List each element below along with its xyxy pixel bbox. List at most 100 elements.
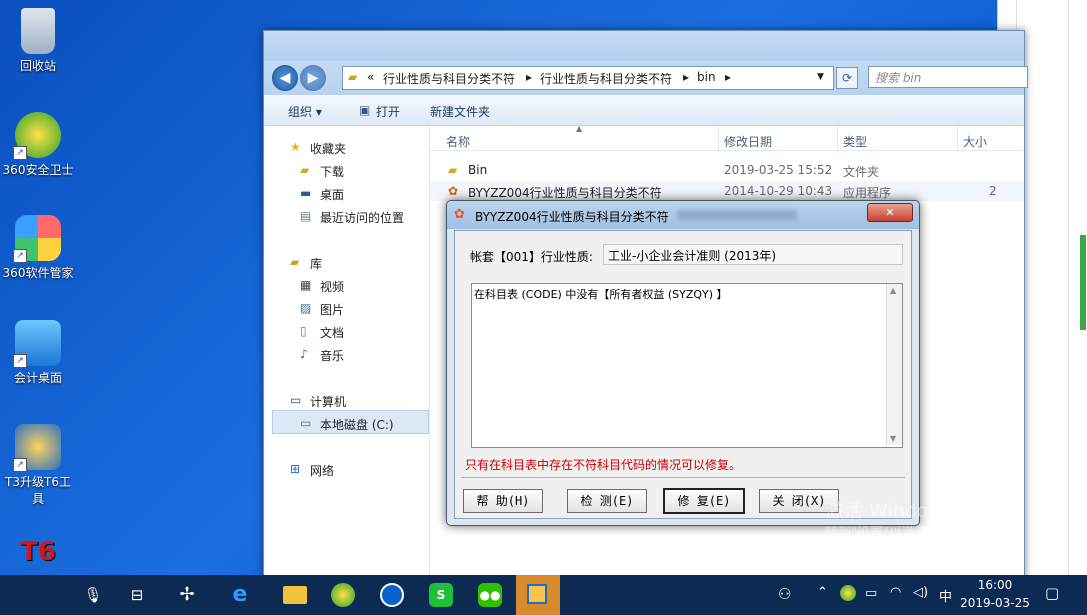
file-name: Bin <box>468 163 488 177</box>
breadcrumb-item[interactable]: 行业性质与科目分类不符 <box>383 70 515 87</box>
ime-indicator[interactable]: 中 <box>939 586 952 605</box>
active-app-icon <box>527 584 547 604</box>
desktop-icon-label: 360软件管家 <box>2 266 74 280</box>
desktop-icon-recycle-bin[interactable]: 回收站 <box>2 8 74 74</box>
search-input[interactable]: 搜索 bin <box>868 66 1028 88</box>
scroll-down-icon[interactable]: ▼ <box>890 434 896 443</box>
help-button[interactable]: 帮 助(H) <box>463 489 543 513</box>
nav-downloads[interactable]: ▰ 下载 <box>300 163 344 180</box>
column-divider[interactable] <box>718 126 719 150</box>
new-folder-button[interactable]: 新建文件夹 <box>430 103 490 120</box>
open-button[interactable]: 打开 <box>376 103 400 120</box>
nav-pictures[interactable]: ▨ 图片 <box>300 301 344 318</box>
drive-icon: ▭ <box>300 416 312 430</box>
refresh-button[interactable]: ⟳ <box>836 67 858 89</box>
nav-recent[interactable]: ▤ 最近访问的位置 <box>300 209 404 226</box>
file-explorer-taskbar-icon[interactable] <box>280 580 310 610</box>
volume-icon[interactable]: ◁) <box>913 585 928 600</box>
desktop-icon-t3-upgrade[interactable]: ↗ T3升级T6工具 <box>2 424 74 507</box>
nav-videos[interactable]: ▦ 视频 <box>300 278 344 295</box>
repair-dialog[interactable]: ✿ BYYZZ004行业性质与科目分类不符 ✕ 帐套【001】行业性质: 工业-… <box>446 200 920 526</box>
recycle-bin-icon <box>21 8 55 54</box>
library-icon: ▰ <box>290 255 300 269</box>
address-bar[interactable]: ▰ « 行业性质与科目分类不符 ▸ 行业性质与科目分类不符 ▸ bin ▸ ▼ <box>342 66 834 90</box>
picture-icon: ▨ <box>300 301 312 315</box>
nav-music[interactable]: ♪ 音乐 <box>300 347 344 364</box>
nav-favorites[interactable]: ★ 收藏夹 <box>290 140 346 157</box>
column-type[interactable]: 类型 <box>843 133 867 150</box>
forward-button[interactable]: ▶ <box>300 65 326 91</box>
close-button[interactable]: ✕ <box>867 203 913 222</box>
account-value: 工业-小企业会计准则 (2013年) <box>608 249 777 263</box>
breadcrumb-separator: ▸ <box>683 70 690 84</box>
wechat-icon[interactable]: ●● <box>475 580 505 610</box>
fix-button[interactable]: 修 复(E) <box>663 488 745 514</box>
textarea-scrollbar[interactable]: ▲ ▼ <box>886 284 902 445</box>
command-bar: 组织 ▾ ▣ 打开 新建文件夹 <box>264 95 1024 126</box>
desktop-icon-360-software-manager[interactable]: ↗ 360软件管家 <box>2 215 74 281</box>
shortcut-arrow-icon: ↗ <box>13 146 27 160</box>
column-size[interactable]: 大小 <box>963 133 987 150</box>
green-s-app-icon[interactable]: S <box>426 580 456 610</box>
desktop-icon-accounting[interactable]: ↗ 会计桌面 <box>2 320 74 386</box>
clock-date[interactable]: 2019-03-25 <box>958 596 1032 610</box>
column-divider[interactable] <box>837 126 838 150</box>
wifi-icon[interactable]: ◠ <box>890 585 901 600</box>
ie-browser-icon[interactable]: e <box>225 580 255 610</box>
application-icon: ✿ <box>448 184 459 198</box>
dialog-title-bar[interactable]: ✿ BYYZZ004行业性质与科目分类不符 ✕ <box>447 201 919 229</box>
clock-time[interactable]: 16:00 <box>963 578 1027 592</box>
360-tray-icon[interactable] <box>840 585 856 601</box>
accounting-desktop-icon: ↗ <box>13 320 61 368</box>
pinwheel-app-icon[interactable]: ✢ <box>172 580 202 610</box>
app-icon: ✿ <box>454 207 465 222</box>
music-icon: ♪ <box>300 347 308 361</box>
360-browser-icon[interactable] <box>328 580 358 610</box>
explorer-title-bar[interactable] <box>264 31 1024 61</box>
scroll-up-icon[interactable]: ▲ <box>890 286 896 295</box>
desktop-icon-label: 360安全卫士 <box>2 163 74 177</box>
file-row[interactable]: ✿ BYYZZ004行业性质与科目分类不符 2014-10-29 10:43 应… <box>430 181 1024 201</box>
chevron-up-icon[interactable]: ⌃ <box>817 585 828 600</box>
teamviewer-icon[interactable] <box>377 580 407 610</box>
document-icon: ▯ <box>300 324 307 338</box>
check-button[interactable]: 检 测(E) <box>567 489 647 513</box>
column-name[interactable]: 名称 <box>446 133 470 150</box>
column-date[interactable]: 修改日期 <box>724 133 772 150</box>
nav-local-disk[interactable]: ▭ 本地磁盘 (C:) <box>300 416 394 433</box>
message-textarea[interactable]: 在科目表 (CODE) 中没有【所有者权益 (SYZQY) 】 ▲ ▼ <box>471 283 903 448</box>
column-divider[interactable] <box>957 126 958 150</box>
breadcrumb-item[interactable]: bin <box>697 70 716 84</box>
recent-places-icon: ▤ <box>300 209 312 223</box>
task-view-icon[interactable]: ⊟ <box>122 580 152 610</box>
account-label: 帐套【001】行业性质: <box>470 250 593 264</box>
breadcrumb-item[interactable]: 行业性质与科目分类不符 <box>540 70 672 87</box>
t6-icon: T6 <box>20 537 56 567</box>
sort-arrow-icon: ▲ <box>576 124 583 133</box>
back-button[interactable]: ◀ <box>272 65 298 91</box>
nav-libraries[interactable]: ▰ 库 <box>290 255 322 272</box>
account-value-field: 工业-小企业会计准则 (2013年) <box>603 244 903 265</box>
desktop-icon-360-safe[interactable]: ↗ 360安全卫士 <box>2 112 74 178</box>
navigation-pane: ★ 收藏夹 ▰ 下载 ▬ 桌面 ▤ 最近访问的位置 ▰ 库 ▦ 视频 ▨ 图片 ▯ 文档 ♪ 音乐… <box>264 126 430 591</box>
divider <box>461 477 905 478</box>
organize-menu[interactable]: 组织 ▾ <box>288 103 322 120</box>
nav-computer[interactable]: ▭ 计算机 <box>290 393 346 410</box>
notification-center-icon[interactable]: ▢ <box>1045 584 1059 602</box>
dialog-body: 帐套【001】行业性质: 工业-小企业会计准则 (2013年) 在科目表 (CO… <box>454 230 912 519</box>
nav-network[interactable]: ⊞ 网络 <box>290 462 334 479</box>
nav-desktop[interactable]: ▬ 桌面 <box>300 186 344 203</box>
active-app-taskbar-button[interactable] <box>516 575 560 615</box>
file-row[interactable]: ▰ Bin 2019-03-25 15:52 文件夹 <box>430 160 1024 180</box>
desktop-icon-t6[interactable]: T6 <box>2 535 74 569</box>
desktop-folder-icon: ▬ <box>300 186 312 200</box>
nav-documents[interactable]: ▯ 文档 <box>300 324 344 341</box>
chevron-down-icon[interactable]: ▼ <box>817 72 824 82</box>
battery-icon[interactable]: ▭ <box>865 586 877 601</box>
desktop-icon-label: 会计桌面 <box>13 371 62 385</box>
taskbar: 🎙 ⊟ ✢ e S ●● ⚇ ⌃ ▭ ◠ ◁) 中 16:00 2019-03-… <box>0 575 1087 615</box>
microphone-icon[interactable]: 🎙 <box>78 580 108 610</box>
open-icon: ▣ <box>359 103 371 117</box>
breadcrumb-overflow[interactable]: « <box>367 70 374 84</box>
people-icon[interactable]: ⚇ <box>778 585 791 603</box>
